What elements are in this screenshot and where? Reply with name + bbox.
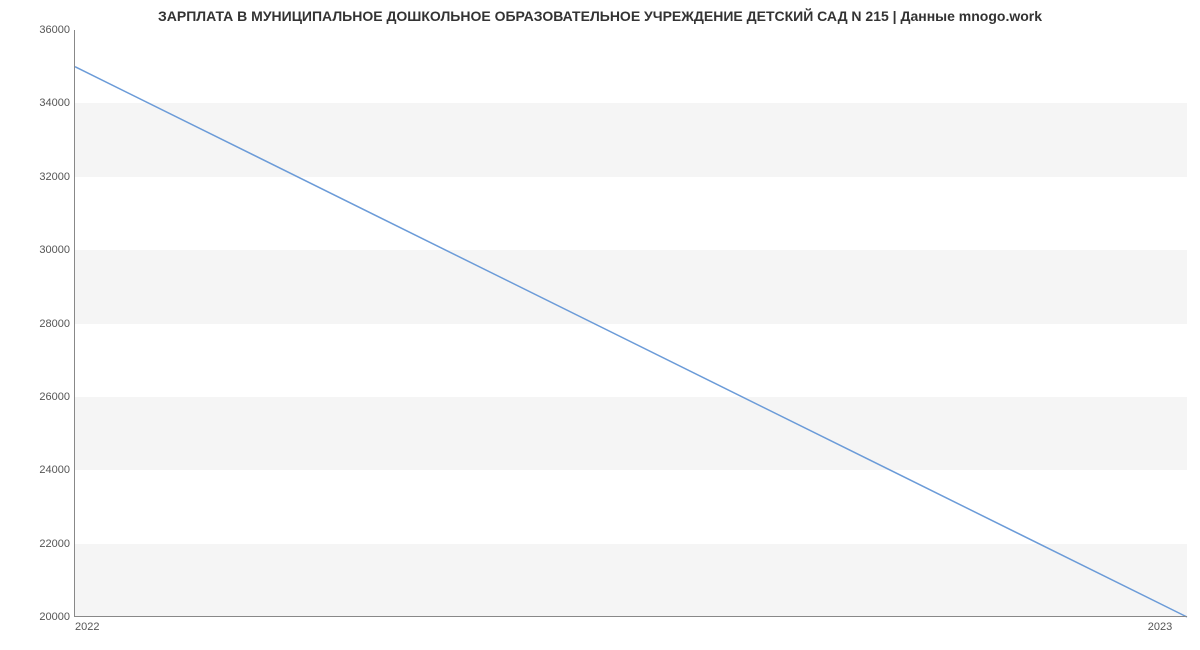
chart-title: ЗАРПЛАТА В МУНИЦИПАЛЬНОЕ ДОШКОЛЬНОЕ ОБРА…: [0, 8, 1200, 24]
x-tick-label: 2022: [75, 621, 99, 633]
y-tick-label: 32000: [10, 171, 70, 183]
y-axis-line: [74, 30, 75, 617]
y-tick-label: 20000: [10, 611, 70, 623]
y-tick-label: 24000: [10, 464, 70, 476]
x-axis-line: [74, 616, 1187, 617]
chart-line: [75, 30, 1187, 617]
y-tick-label: 22000: [10, 538, 70, 550]
plot-area: [75, 30, 1187, 617]
y-tick-label: 30000: [10, 244, 70, 256]
x-tick-label: 2023: [1148, 621, 1172, 633]
chart-container: ЗАРПЛАТА В МУНИЦИПАЛЬНОЕ ДОШКОЛЬНОЕ ОБРА…: [0, 0, 1200, 650]
y-tick-label: 28000: [10, 318, 70, 330]
y-tick-label: 34000: [10, 97, 70, 109]
y-tick-label: 26000: [10, 391, 70, 403]
y-tick-label: 36000: [10, 24, 70, 36]
